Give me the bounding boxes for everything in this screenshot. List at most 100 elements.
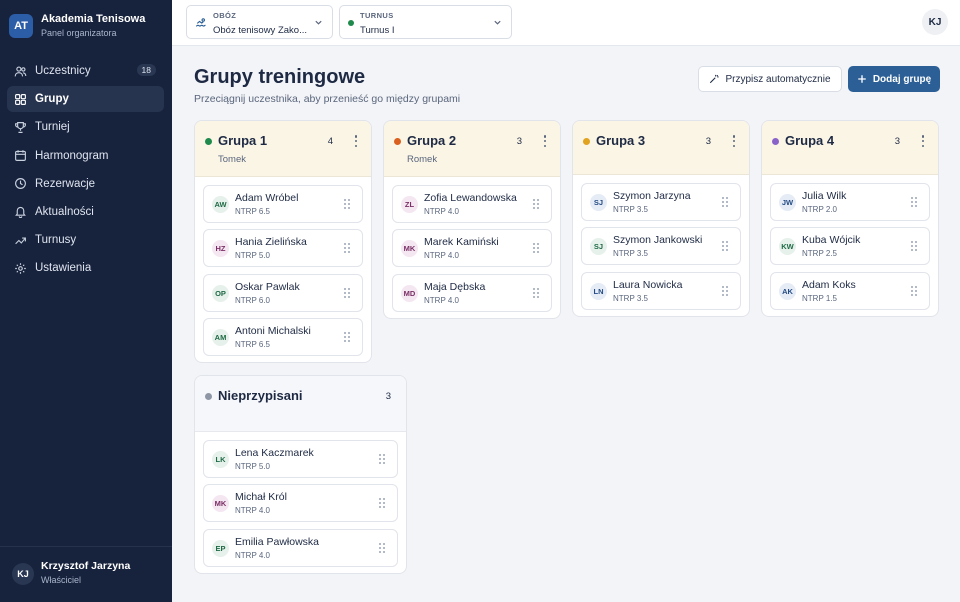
drag-handle-icon[interactable] xyxy=(722,241,728,252)
avatar: LK xyxy=(212,451,229,468)
drag-handle-icon[interactable] xyxy=(344,199,350,209)
avatar: MD xyxy=(401,284,418,302)
avatar: JW xyxy=(779,194,796,211)
participant-card[interactable]: SJ Szymon Jarzyna NTRP 3.5 xyxy=(581,183,741,221)
more-vertical-icon[interactable] xyxy=(354,135,358,147)
drag-handle-icon[interactable] xyxy=(911,197,917,207)
sidebar-item-ustawienia[interactable]: Ustawienia xyxy=(7,255,164,281)
sidebar-item-label: Grupy xyxy=(35,93,69,106)
unassigned-title: Nieprzypisani xyxy=(218,388,303,403)
participant-ntrp: NTRP 5.0 xyxy=(235,462,270,471)
drag-handle-icon[interactable] xyxy=(722,285,728,296)
chart-icon xyxy=(14,234,27,247)
chevron-down-icon xyxy=(315,20,322,25)
session-select[interactable]: TURNUS Turnus I xyxy=(339,5,512,39)
avatar: EP xyxy=(212,539,229,557)
auto-assign-label: Przypisz automatycznie xyxy=(725,73,831,85)
avatar: KJ xyxy=(12,563,34,585)
clock-icon xyxy=(14,177,27,190)
sidebar-item-rezerwacje[interactable]: Rezerwacje xyxy=(7,171,164,197)
participant-card[interactable]: ZL Zofia Lewandowska NTRP 4.0 xyxy=(392,185,552,223)
participant-card[interactable]: AW Adam Wróbel NTRP 6.5 xyxy=(203,185,363,223)
drag-handle-icon[interactable] xyxy=(344,243,350,254)
camp-select[interactable]: OBÓZ Obóz tenisowy Zako... xyxy=(186,5,333,39)
participant-name: Lena Kaczmarek xyxy=(235,447,314,459)
participant-card[interactable]: OP Oskar Pawlak NTRP 6.0 xyxy=(203,273,363,312)
brand-title: Akademia Tenisowa xyxy=(41,13,146,25)
sidebar-item-label: Ustawienia xyxy=(35,262,92,275)
sidebar-user[interactable]: KJ Krzysztof Jarzyna Właściciel xyxy=(0,546,172,602)
group-member-list: SJ Szymon Jarzyna NTRP 3.5 SJ Szymon Jan… xyxy=(573,175,749,316)
drag-handle-icon[interactable] xyxy=(344,332,350,343)
drag-handle-icon[interactable] xyxy=(533,243,539,254)
drag-handle-icon[interactable] xyxy=(533,287,539,298)
group-header: Grupa 3 3 xyxy=(573,121,749,175)
participant-card[interactable]: MK Michał Król NTRP 4.0 xyxy=(203,484,398,523)
calendar-icon xyxy=(14,149,27,162)
participant-card[interactable]: JW Julia Wilk NTRP 2.0 xyxy=(770,183,930,221)
drag-handle-icon[interactable] xyxy=(911,285,917,296)
participant-name: Adam Koks xyxy=(802,278,856,291)
participant-name: Szymon Jarzyna xyxy=(613,190,691,202)
group-column[interactable]: Grupa 3 3 SJ Szymon Jarzyna NTRP 3.5 SJ … xyxy=(572,120,750,317)
sidebar-item-harmonogram[interactable]: Harmonogram xyxy=(7,143,164,169)
group-column[interactable]: Grupa 1 4 Tomek AW Adam Wróbel NTRP 6.5 … xyxy=(194,120,372,364)
group-column[interactable]: Grupa 2 3 Romek ZL Zofia Lewandowska NTR… xyxy=(383,120,561,319)
sidebar-item-aktualnosci[interactable]: Aktualności xyxy=(7,199,164,225)
participant-card[interactable]: HZ Hania Zielińska NTRP 5.0 xyxy=(203,229,363,268)
sidebar-item-label: Rezerwacje xyxy=(35,177,96,190)
sidebar-item-uczestnicy[interactable]: Uczestnicy 18 xyxy=(7,58,164,84)
avatar: ZL xyxy=(401,196,418,213)
participant-ntrp: NTRP 6.5 xyxy=(235,207,270,216)
participant-card[interactable]: AK Adam Koks NTRP 1.5 xyxy=(770,271,930,310)
participant-card[interactable]: AM Antoni Michalski NTRP 6.5 xyxy=(203,318,363,357)
participants-count-badge: 18 xyxy=(136,64,156,76)
drag-handle-icon[interactable] xyxy=(722,197,728,207)
magic-wand-icon xyxy=(710,74,720,84)
group-count: 3 xyxy=(705,136,711,147)
sidebar: AT Akademia Tenisowa Panel organizatora … xyxy=(0,0,172,602)
user-role: Właściciel xyxy=(41,575,82,585)
group-count: 4 xyxy=(327,136,333,147)
participant-name: Szymon Jankowski xyxy=(613,234,703,247)
drag-handle-icon[interactable] xyxy=(379,542,385,553)
participant-name: Antoni Michalski xyxy=(235,325,311,338)
drag-handle-icon[interactable] xyxy=(344,287,350,298)
avatar: AW xyxy=(212,196,229,213)
participant-card[interactable]: KW Kuba Wójcik NTRP 2.5 xyxy=(770,227,930,266)
drag-handle-icon[interactable] xyxy=(533,199,539,209)
sidebar-item-grupy[interactable]: Grupy xyxy=(7,86,164,113)
participant-card[interactable]: EP Emilia Pawłowska NTRP 4.0 xyxy=(203,528,398,567)
page-subtitle: Przeciągnij uczestnika, aby przenieść go… xyxy=(194,93,461,105)
more-vertical-icon[interactable] xyxy=(732,135,736,147)
participant-card[interactable]: MD Maja Dębska NTRP 4.0 xyxy=(392,273,552,312)
participant-card[interactable]: LK Lena Kaczmarek NTRP 5.0 xyxy=(203,440,398,478)
drag-handle-icon[interactable] xyxy=(379,498,385,509)
sidebar-item-label: Harmonogram xyxy=(35,149,109,162)
sidebar-item-turnusy[interactable]: Turnusy xyxy=(7,227,164,253)
sidebar-item-label: Turniej xyxy=(35,121,70,134)
sidebar-item-turniej[interactable]: Turniej xyxy=(7,114,164,140)
user-name: Krzysztof Jarzyna xyxy=(41,560,131,572)
account-avatar[interactable]: KJ xyxy=(922,9,948,35)
brand[interactable]: AT Akademia Tenisowa Panel organizatora xyxy=(9,13,145,39)
participant-card[interactable]: MK Marek Kamiński NTRP 4.0 xyxy=(392,229,552,268)
camp-select-label: OBÓZ xyxy=(213,11,237,20)
group-column[interactable]: Grupa 4 3 JW Julia Wilk NTRP 2.0 KW Kuba… xyxy=(761,120,939,317)
add-group-button[interactable]: Dodaj grupę xyxy=(848,66,940,92)
drag-handle-icon[interactable] xyxy=(911,241,917,252)
drag-handle-icon[interactable] xyxy=(379,454,385,464)
gear-icon xyxy=(14,262,27,275)
group-title: Grupa 4 xyxy=(785,133,835,148)
unassigned-column[interactable]: Nieprzypisani 3 LK Lena Kaczmarek NTRP 5… xyxy=(194,375,407,574)
participant-card[interactable]: LN Laura Nowicka NTRP 3.5 xyxy=(581,271,741,310)
participant-card[interactable]: SJ Szymon Jankowski NTRP 3.5 xyxy=(581,227,741,266)
group-header: Grupa 1 4 Tomek xyxy=(195,121,371,177)
group-title: Grupa 2 xyxy=(407,133,457,148)
chevron-down-icon xyxy=(494,20,501,25)
more-vertical-icon[interactable] xyxy=(543,135,547,147)
more-vertical-icon[interactable] xyxy=(921,135,925,147)
swimmer-icon xyxy=(196,18,206,27)
auto-assign-button[interactable]: Przypisz automatycznie xyxy=(698,66,842,92)
session-select-label: TURNUS xyxy=(360,11,394,20)
